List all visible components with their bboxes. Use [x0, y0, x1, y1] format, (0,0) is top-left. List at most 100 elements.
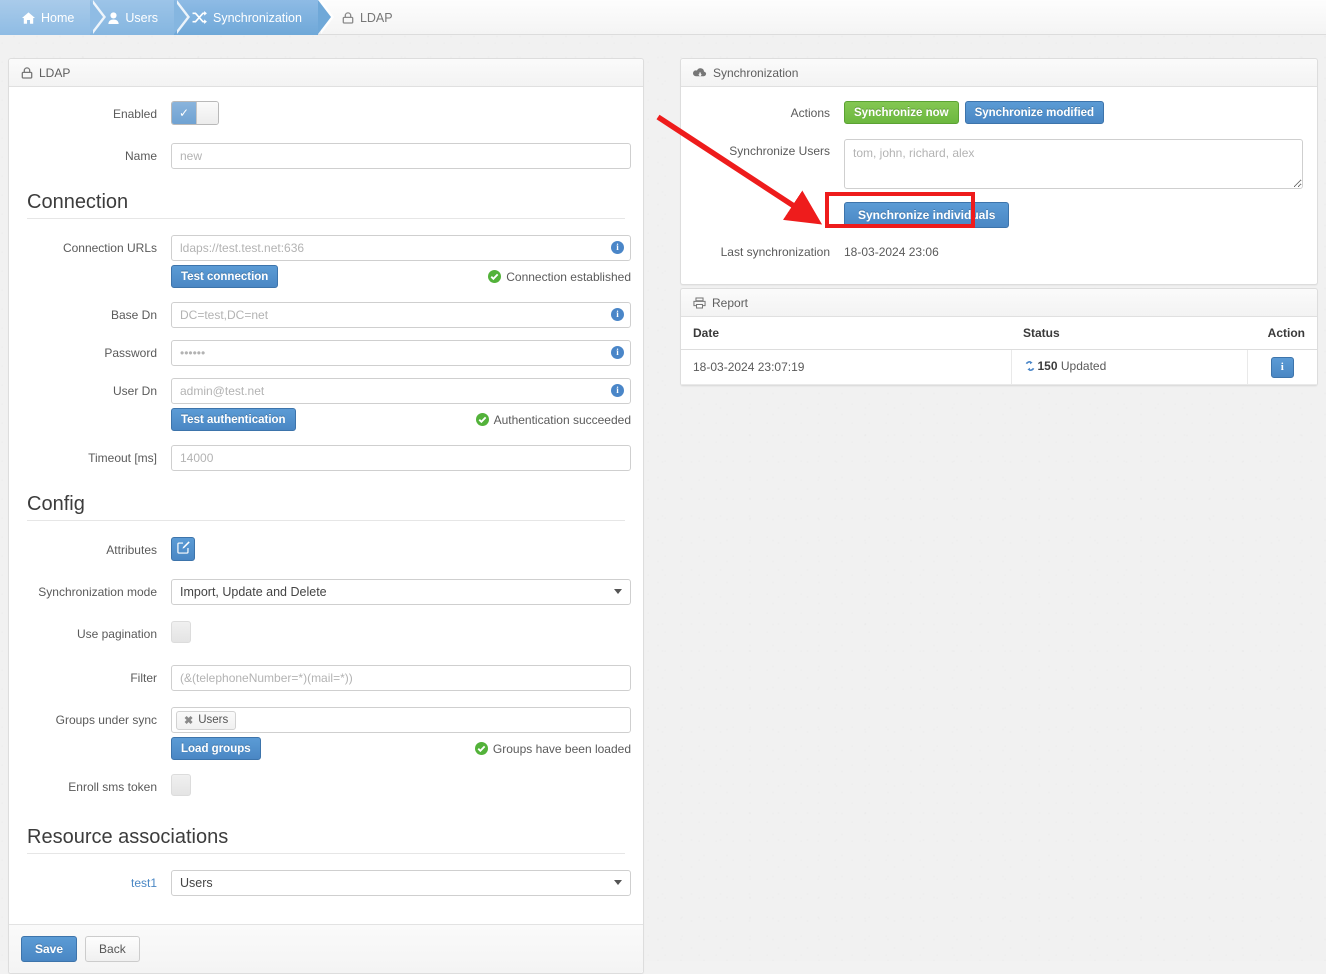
- group-tag-label: Users: [198, 714, 229, 726]
- label-groups-under-sync: Groups under sync: [55, 713, 157, 727]
- info-icon[interactable]: i: [611, 384, 624, 397]
- user-icon: [108, 11, 119, 24]
- sync-refresh-icon: [1024, 360, 1036, 375]
- report-row-status: 150 Updated: [1010, 349, 1247, 385]
- resource-association-link[interactable]: test1: [21, 870, 171, 896]
- info-icon[interactable]: i: [611, 308, 624, 321]
- report-row-status-text: Updated: [1060, 359, 1107, 373]
- synchronize-now-button[interactable]: Synchronize now: [844, 101, 959, 124]
- check-circle-icon: [488, 270, 502, 283]
- timeout-input[interactable]: [171, 445, 631, 471]
- row-enroll-sms-token: Enroll sms token: [21, 774, 631, 800]
- ldap-panel-footer: Save Back: [9, 924, 643, 973]
- lock-icon: [342, 11, 354, 24]
- breadcrumb-label-home: Home: [41, 10, 75, 25]
- last-synchronization-value: 18-03-2024 23:06: [844, 245, 939, 259]
- row-user-dn: User Dn i: [21, 378, 631, 404]
- row-connection-urls: Connection URLs i: [21, 235, 631, 261]
- synchronization-panel-header: Synchronization: [681, 59, 1317, 87]
- back-button[interactable]: Back: [85, 936, 140, 962]
- row-actions: Actions Synchronize now Synchronize modi…: [689, 101, 1303, 125]
- info-icon[interactable]: i: [1270, 356, 1294, 378]
- row-synchronize-individuals: Synchronize individuals: [689, 202, 1303, 228]
- breadcrumb-bar: Home Users Synchronization LDAP: [0, 0, 1326, 35]
- home-icon: [22, 11, 35, 24]
- user-dn-input[interactable]: [171, 378, 631, 404]
- breadcrumb: Home Users Synchronization LDAP: [0, 0, 1326, 35]
- breadcrumb-item-synchronization[interactable]: Synchronization: [174, 0, 334, 35]
- test-connection-button[interactable]: Test connection: [171, 265, 279, 288]
- section-title-resource-associations: Resource associations: [27, 826, 229, 848]
- row-resource-association: test1 Users: [21, 870, 631, 896]
- label-enabled: Enabled: [112, 107, 157, 121]
- synchronization-panel-body: Actions Synchronize now Synchronize modi…: [681, 87, 1317, 284]
- group-tag[interactable]: ✖ Users: [176, 710, 237, 730]
- row-use-pagination: Use pagination: [21, 621, 631, 647]
- synchronize-individuals-button[interactable]: Synchronize individuals: [844, 202, 1010, 228]
- column-header-date: Date: [681, 317, 1011, 350]
- label-user-dn: User Dn: [112, 384, 157, 398]
- row-sync-mode: Synchronization mode Import, Update and …: [21, 579, 631, 605]
- label-timeout: Timeout [ms]: [88, 451, 157, 465]
- report-row-count: 150: [1037, 359, 1058, 373]
- groups-under-sync-input[interactable]: ✖ Users: [171, 707, 631, 733]
- test-authentication-button[interactable]: Test authentication: [171, 408, 296, 431]
- label-use-pagination: Use pagination: [76, 627, 157, 641]
- use-pagination-toggle[interactable]: [171, 621, 191, 643]
- report-panel-header: Report: [681, 289, 1317, 317]
- base-dn-input[interactable]: [171, 302, 631, 328]
- label-filter: Filter: [130, 671, 157, 685]
- row-filter: Filter: [21, 665, 631, 691]
- label-last-synchronization: Last synchronization: [720, 245, 830, 259]
- section-divider-connection: [27, 218, 625, 219]
- label-connection-urls: Connection URLs: [62, 241, 157, 255]
- password-input[interactable]: [171, 340, 631, 366]
- breadcrumb-item-home[interactable]: Home: [0, 0, 107, 35]
- section-divider-config: [27, 520, 625, 521]
- ldap-panel-title: LDAP: [39, 65, 71, 80]
- ldap-panel-header: LDAP: [9, 59, 643, 87]
- load-groups-status-text: Groups have been loaded: [492, 741, 631, 756]
- row-synchronize-users: Synchronize Users: [689, 139, 1303, 192]
- save-button[interactable]: Save: [21, 936, 78, 962]
- table-row: 18-03-2024 23:07:19 150 Updated i: [681, 349, 1317, 385]
- synchronize-modified-button[interactable]: Synchronize modified: [964, 101, 1105, 124]
- info-icon[interactable]: i: [611, 241, 624, 254]
- row-enabled: Enabled ✓: [21, 101, 631, 127]
- sync-mode-select[interactable]: Import, Update and Delete: [171, 579, 631, 605]
- label-actions: Actions: [790, 106, 830, 120]
- row-test-authentication: Test authentication Authentication succe…: [21, 408, 631, 431]
- label-base-dn: Base Dn: [110, 308, 157, 322]
- connection-status-text: Connection established: [506, 269, 631, 284]
- connection-urls-input[interactable]: [171, 235, 631, 261]
- name-input[interactable]: [171, 143, 631, 169]
- enroll-sms-token-toggle[interactable]: [171, 774, 191, 796]
- resource-association-select[interactable]: Users: [171, 870, 631, 896]
- label-password: Password: [104, 346, 157, 360]
- row-attributes: Attributes: [21, 537, 631, 563]
- connection-status: Connection established: [488, 270, 631, 284]
- load-groups-button[interactable]: Load groups: [171, 737, 261, 760]
- tag-remove-icon[interactable]: ✖: [184, 714, 193, 727]
- attributes-edit-button[interactable]: [171, 537, 195, 561]
- label-attributes: Attributes: [106, 543, 157, 557]
- row-password: Password i: [21, 340, 631, 366]
- info-icon[interactable]: i: [611, 346, 624, 359]
- label-enroll-sms-token: Enroll sms token: [68, 780, 157, 794]
- authentication-status: Authentication succeeded: [475, 413, 631, 427]
- section-title-connection: Connection: [27, 191, 129, 213]
- report-row-action: i: [1246, 349, 1317, 385]
- report-row-date: 18-03-2024 23:07:19: [681, 349, 1011, 385]
- synchronization-panel: Synchronization Actions Synchronize now …: [680, 58, 1318, 285]
- filter-input[interactable]: [171, 665, 631, 691]
- row-timeout: Timeout [ms]: [21, 445, 631, 471]
- ldap-panel: LDAP Enabled ✓ Name Connection Connectio…: [8, 58, 644, 974]
- check-circle-icon: [475, 413, 489, 426]
- row-base-dn: Base Dn i: [21, 302, 631, 328]
- check-circle-icon: [474, 742, 488, 755]
- row-last-synchronization: Last synchronization 18-03-2024 23:06: [689, 240, 1303, 264]
- enabled-toggle[interactable]: ✓: [171, 101, 219, 125]
- synchronize-users-textarea[interactable]: [844, 139, 1303, 189]
- label-synchronize-users: Synchronize Users: [729, 144, 830, 158]
- report-table: Date Status Action 18-03-2024 23:07:19 1…: [681, 317, 1317, 385]
